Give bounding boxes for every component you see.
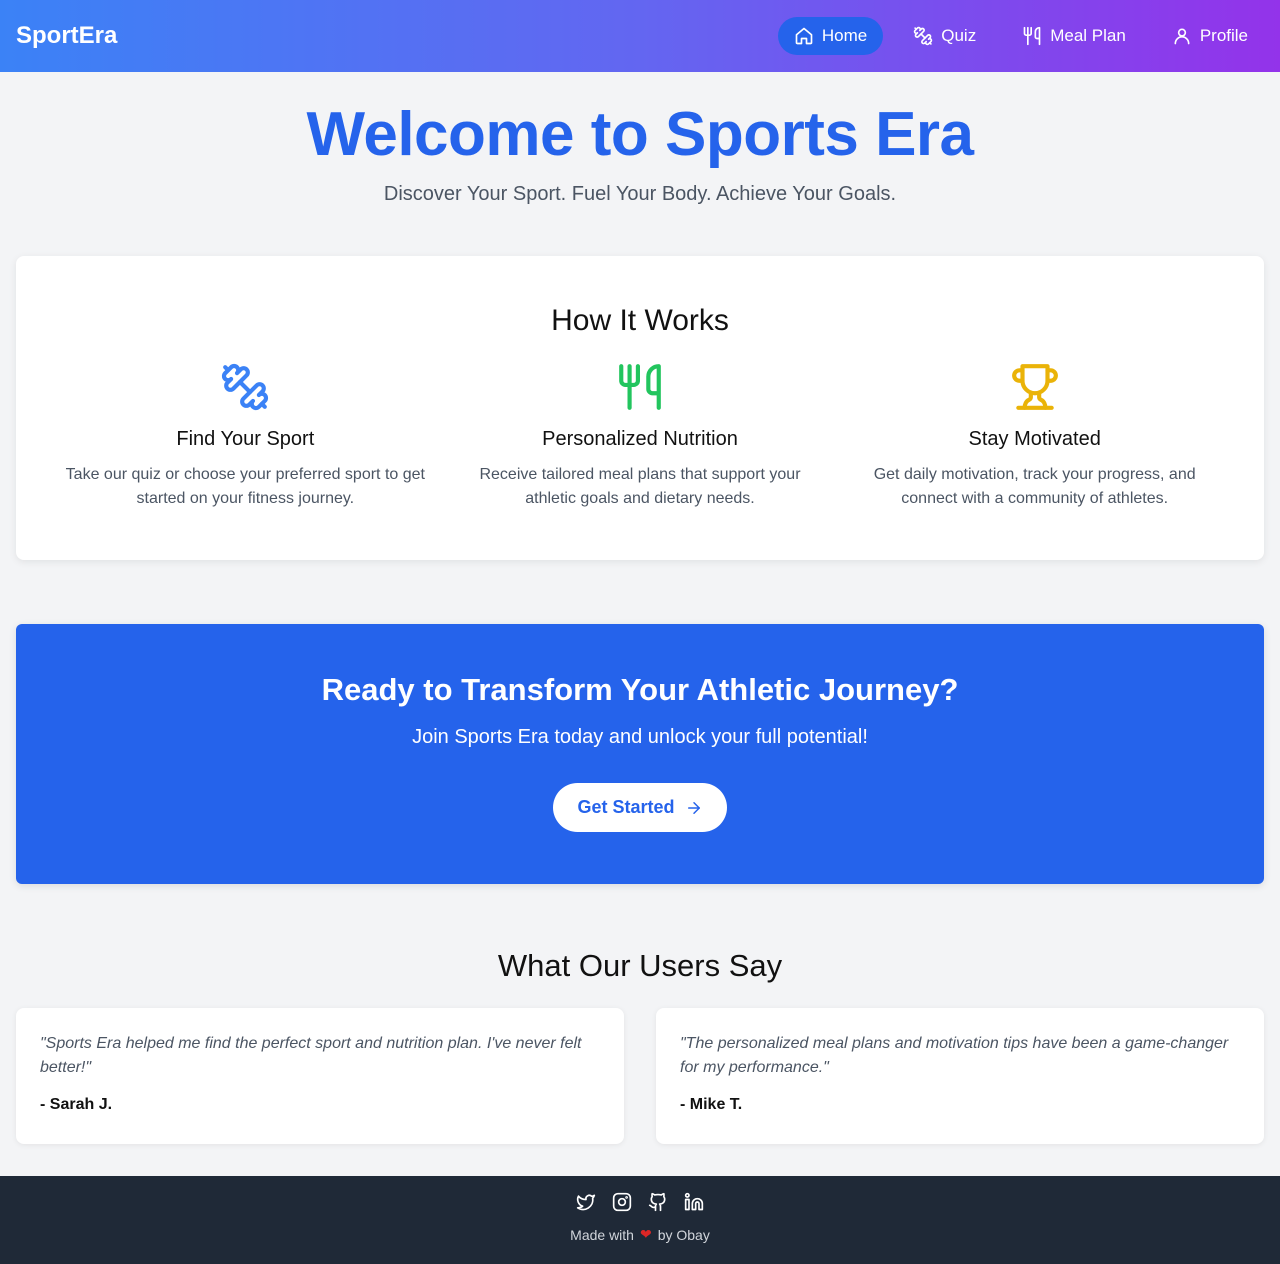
user-icon [1174, 28, 1190, 45]
get-started-label: Get Started [577, 797, 675, 817]
feature-text: Get daily motivation, track your progres… [873, 466, 1196, 507]
nav-item-quiz[interactable]: Quiz [897, 17, 992, 55]
navbar: SportEra Home Quiz Meal Plan Profile [0, 0, 1280, 72]
hero-title: Welcome to Sports Era [306, 100, 974, 169]
hero-section: Welcome to Sports Era Discover Your Spor… [0, 72, 1280, 256]
dumbbell-icon [914, 26, 933, 46]
feature-item: Find Your Sport Take our quiz or choose … [48, 362, 443, 511]
feature-title: Find Your Sport [176, 428, 315, 450]
footer: Made with ❤ by Obay [0, 1176, 1280, 1264]
made-by-label: by Obay [657, 1226, 710, 1243]
testimonial-card: "The personalized meal plans and motivat… [656, 1008, 1264, 1144]
nav-item-label: Profile [1199, 26, 1248, 45]
testimonial-quote: "The personalized meal plans and motivat… [680, 1035, 1229, 1076]
linkedin-link[interactable] [684, 1192, 704, 1212]
nav-item-home[interactable]: Home [777, 17, 884, 55]
feature-title: Personalized Nutrition [542, 428, 738, 450]
how-it-works-card: How It Works Find Your Sport Take our qu… [16, 256, 1264, 560]
instagram-link[interactable] [612, 1192, 632, 1212]
social-links [0, 1192, 1280, 1212]
testimonials-grid: "Sports Era helped me find the perfect s… [0, 1008, 1280, 1144]
section-title: What Our Users Say [497, 948, 783, 983]
made-with-text: Made with ❤ by Obay [0, 1226, 1280, 1243]
nav-item-label: Meal Plan [1050, 26, 1126, 45]
feature-title: Stay Motivated [968, 428, 1101, 450]
feature-item: Stay Motivated Get daily motivation, tra… [837, 362, 1232, 511]
utensils-icon [1023, 26, 1041, 46]
heart-icon: ❤ [639, 1226, 652, 1242]
testimonials-section: What Our Users Say "Sports Era helped me… [0, 884, 1280, 1144]
nav-item-profile[interactable]: Profile [1156, 17, 1264, 55]
made-with-label: Made with [570, 1226, 634, 1243]
nav-item-label: Quiz [941, 26, 977, 45]
brand-logo[interactable]: SportEra [16, 22, 117, 50]
cta-text: Join Sports Era today and unlock your fu… [412, 726, 868, 748]
hero-subtitle: Discover Your Sport. Fuel Your Body. Ach… [383, 183, 897, 206]
feature-item: Personalized Nutrition Receive tailored … [443, 362, 838, 511]
cta-section: Ready to Transform Your Athletic Journey… [16, 624, 1264, 884]
linkedin-icon [684, 1192, 704, 1211]
cta-title: Ready to Transform Your Athletic Journey… [321, 672, 959, 707]
testimonial-card: "Sports Era helped me find the perfect s… [16, 1008, 624, 1144]
twitter-link[interactable] [576, 1192, 596, 1212]
features-list: Find Your Sport Take our quiz or choose … [16, 362, 1264, 511]
instagram-icon [612, 1192, 632, 1212]
github-link[interactable] [648, 1192, 668, 1212]
twitter-icon [576, 1194, 596, 1211]
trophy-icon [1011, 364, 1058, 410]
nav-item-label: Home [821, 26, 868, 45]
main-nav: Home Quiz Meal Plan Profile [777, 17, 1264, 55]
feature-text: Receive tailored meal plans that support… [479, 466, 801, 507]
testimonial-quote: "Sports Era helped me find the perfect s… [40, 1035, 582, 1076]
arrow-right-icon [687, 801, 700, 814]
nav-item-meal-plan[interactable]: Meal Plan [1006, 17, 1142, 55]
utensils-icon [619, 364, 661, 410]
home-icon [795, 27, 813, 45]
github-icon [648, 1192, 666, 1212]
testimonial-author: - Mike T. [680, 1096, 743, 1113]
feature-text: Take our quiz or choose your preferred s… [65, 466, 425, 507]
dumbbell-icon [222, 363, 269, 411]
get-started-button[interactable]: Get Started [553, 783, 727, 832]
testimonial-author: - Sarah J. [40, 1096, 113, 1113]
section-title: How It Works [551, 304, 729, 337]
